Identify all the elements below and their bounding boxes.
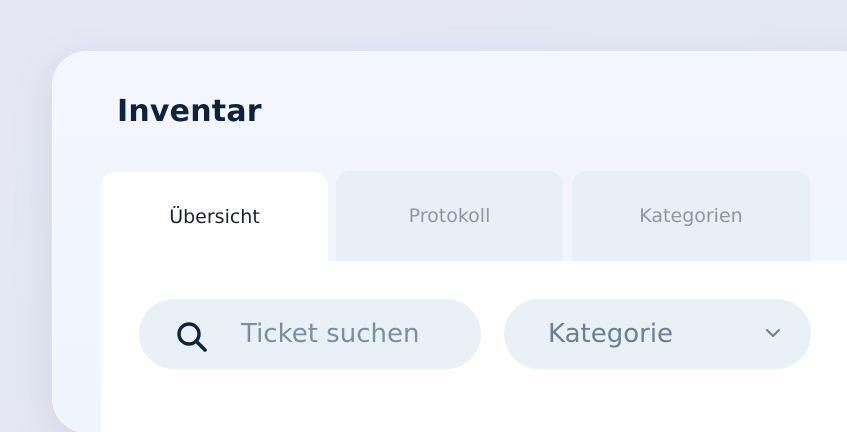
- tab-uebersicht[interactable]: Übersicht: [101, 172, 328, 262]
- search-placeholder: Ticket suchen: [241, 319, 420, 349]
- inventory-card: Inventar Übersicht Protokoll Kategorien …: [53, 52, 847, 432]
- search-input[interactable]: Ticket suchen: [139, 299, 481, 369]
- category-select[interactable]: Kategorie: [504, 299, 811, 369]
- tab-protokoll[interactable]: Protokoll: [336, 171, 563, 261]
- page-title: Inventar: [117, 94, 262, 129]
- tab-kategorien[interactable]: Kategorien: [572, 171, 810, 261]
- chevron-down-icon: [766, 329, 780, 337]
- tab-content-panel: Ticket suchen Kategorie: [101, 261, 847, 432]
- search-icon: [177, 322, 207, 352]
- category-select-value: Kategorie: [548, 319, 674, 349]
